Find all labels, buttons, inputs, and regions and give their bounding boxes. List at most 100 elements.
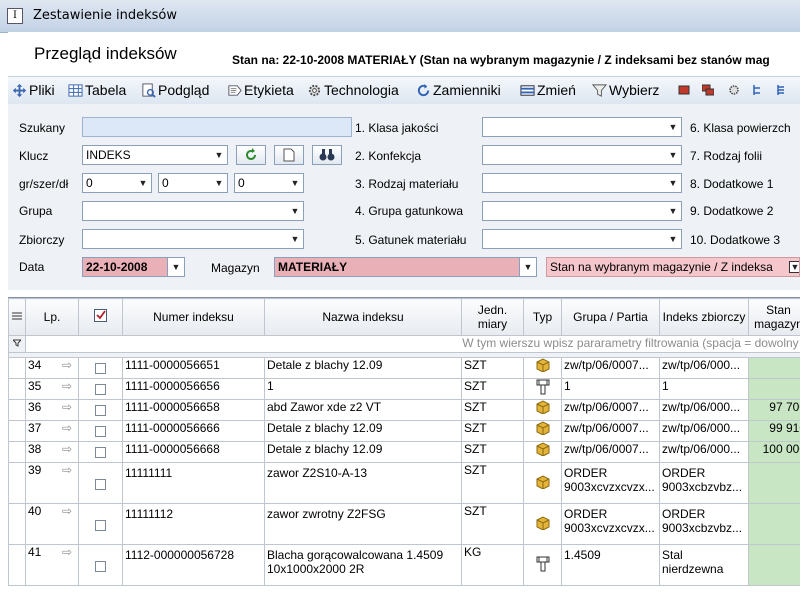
toolbar-wybierz[interactable]: Wybierz bbox=[592, 81, 659, 100]
data-input[interactable]: 22-10-2008▼ bbox=[82, 257, 185, 277]
table-row[interactable]: 41⇨1112-000000056728Blacha gorącowalcowa… bbox=[9, 545, 800, 586]
zbiorczy-select[interactable]: ▼ bbox=[82, 229, 304, 249]
row-checkbox[interactable] bbox=[95, 363, 106, 374]
grupa-select[interactable]: ▼ bbox=[82, 201, 304, 221]
row-checkbox[interactable] bbox=[95, 520, 106, 531]
row-selector[interactable] bbox=[9, 400, 26, 421]
cell-check[interactable] bbox=[79, 400, 123, 421]
row-selector[interactable] bbox=[9, 421, 26, 442]
chevron-down-icon[interactable]: ▼ bbox=[135, 174, 151, 192]
cell-check[interactable] bbox=[79, 421, 123, 442]
cell-zbiorczy: Stal nierdzewna bbox=[660, 545, 749, 586]
arrow-right-icon[interactable]: ⇨ bbox=[62, 442, 72, 456]
records-icon[interactable] bbox=[702, 84, 714, 96]
row-selector[interactable] bbox=[9, 379, 26, 400]
row-checkbox[interactable] bbox=[95, 561, 106, 572]
cell-check[interactable] bbox=[79, 379, 123, 400]
col-lp[interactable]: Lp. bbox=[26, 299, 79, 336]
refresh-button[interactable] bbox=[236, 145, 266, 165]
toolbar-zamienniki[interactable]: Zamienniki bbox=[416, 81, 501, 100]
gatunek-materialu-select[interactable]: ▼ bbox=[482, 229, 682, 249]
col-nazwa[interactable]: Nazwa indeksu bbox=[265, 299, 462, 336]
row-checkbox[interactable] bbox=[95, 447, 106, 458]
cell-check[interactable] bbox=[79, 442, 123, 463]
col-stan[interactable]: Stan magazyn bbox=[749, 299, 800, 336]
chevron-down-icon[interactable]: ▼ bbox=[287, 174, 303, 192]
toolbar-tabela[interactable]: Tabela bbox=[68, 81, 126, 100]
table-row[interactable]: 36⇨1111-0000056658abd Zawor xde z2 VTSZT… bbox=[9, 400, 800, 421]
arrow-right-icon[interactable]: ⇨ bbox=[62, 545, 72, 559]
row-selector[interactable] bbox=[9, 358, 26, 379]
szukany-input[interactable] bbox=[82, 117, 352, 137]
row-selector-header[interactable] bbox=[9, 299, 26, 336]
chevron-down-icon[interactable]: ▼ bbox=[287, 202, 303, 220]
szer-select[interactable]: 0▼ bbox=[158, 173, 228, 193]
chevron-down-icon[interactable]: ▼ bbox=[211, 146, 227, 164]
col-numer[interactable]: Numer indeksu bbox=[123, 299, 265, 336]
klasa-jakosci-select[interactable]: ▼ bbox=[482, 117, 682, 137]
col-grupa[interactable]: Grupa / Partia bbox=[562, 299, 660, 336]
chevron-down-icon[interactable]: ▼ bbox=[665, 202, 681, 220]
arrow-right-icon[interactable]: ⇨ bbox=[62, 504, 72, 518]
toolbar-pliki[interactable]: Pliki bbox=[12, 81, 55, 100]
stan-select[interactable]: Stan na wybranym magazynie / Z indeksa▼ bbox=[546, 257, 800, 277]
chevron-down-icon[interactable]: ▼ bbox=[167, 258, 184, 276]
table-row[interactable]: 39⇨11111111zawor Z2S10-A-13SZTORDER 9003… bbox=[9, 463, 800, 504]
settings-icon[interactable] bbox=[728, 84, 740, 96]
table-row[interactable]: 34⇨1111-0000056651Detale z blachy 12.09S… bbox=[9, 358, 800, 379]
arrow-right-icon[interactable]: ⇨ bbox=[62, 421, 72, 435]
row-checkbox[interactable] bbox=[95, 405, 106, 416]
table-row[interactable]: 35⇨1111-00000566561SZT11 bbox=[9, 379, 800, 400]
row-checkbox[interactable] bbox=[95, 479, 106, 490]
cell-check[interactable] bbox=[79, 358, 123, 379]
dl-select[interactable]: 0▼ bbox=[234, 173, 304, 193]
arrow-right-icon[interactable]: ⇨ bbox=[62, 400, 72, 414]
chevron-down-icon[interactable]: ▼ bbox=[519, 258, 536, 276]
chevron-down-icon[interactable]: ▼ bbox=[665, 118, 681, 136]
tree-expand-icon[interactable] bbox=[776, 84, 788, 96]
cell-grupa: zw/tp/06/0007... bbox=[562, 400, 660, 421]
chevron-down-icon[interactable]: ▼ bbox=[665, 230, 681, 248]
cell-check[interactable] bbox=[79, 463, 123, 504]
row-selector[interactable] bbox=[9, 442, 26, 463]
table-row[interactable]: 38⇨1111-0000056668Detale z blachy 12.09S… bbox=[9, 442, 800, 463]
toolbar-label: Pliki bbox=[29, 82, 55, 98]
klucz-select[interactable]: INDEKS▼ bbox=[82, 145, 228, 165]
row-selector[interactable] bbox=[9, 504, 26, 545]
col-check[interactable] bbox=[79, 299, 123, 336]
col-zbiorczy[interactable]: Indeks zbiorczy bbox=[660, 299, 749, 336]
col-jm[interactable]: Jedn. miary bbox=[462, 299, 524, 336]
arrow-right-icon[interactable]: ⇨ bbox=[62, 463, 72, 477]
toolbar-zmien[interactable]: Zmień bbox=[520, 81, 576, 100]
arrow-right-icon[interactable]: ⇨ bbox=[62, 379, 72, 393]
gr-select[interactable]: 0▼ bbox=[82, 173, 152, 193]
row-checkbox[interactable] bbox=[95, 426, 106, 437]
col-typ[interactable]: Typ bbox=[524, 299, 562, 336]
table-row[interactable]: 37⇨1111-0000056666Detale z blachy 12.09S… bbox=[9, 421, 800, 442]
cell-check[interactable] bbox=[79, 545, 123, 586]
search-button[interactable] bbox=[312, 145, 342, 165]
new-document-button[interactable] bbox=[274, 145, 304, 165]
table-row[interactable]: 40⇨11111112zawor zwrotny Z2FSGSZTORDER 9… bbox=[9, 504, 800, 545]
row-selector[interactable] bbox=[9, 463, 26, 504]
row-checkbox[interactable] bbox=[95, 384, 106, 395]
chevron-down-icon[interactable]: ▼ bbox=[211, 174, 227, 192]
cell-jm: SZT bbox=[462, 379, 524, 400]
magazyn-select[interactable]: MATERIAŁY▼ bbox=[274, 257, 537, 277]
cell-check[interactable] bbox=[79, 504, 123, 545]
rodzaj-materialu-select[interactable]: ▼ bbox=[482, 173, 682, 193]
row-selector[interactable] bbox=[9, 545, 26, 586]
arrow-right-icon[interactable]: ⇨ bbox=[62, 358, 72, 372]
toolbar-podglad[interactable]: Podgląd bbox=[141, 81, 209, 100]
record-icon[interactable] bbox=[678, 84, 690, 96]
chevron-down-icon[interactable]: ▼ bbox=[665, 146, 681, 164]
tree-icon[interactable] bbox=[752, 84, 764, 96]
grupa-gatunkowa-select[interactable]: ▼ bbox=[482, 201, 682, 221]
filter-row[interactable]: W tym wierszu wpisz pararametry filtrowa… bbox=[26, 336, 800, 353]
chevron-down-icon[interactable]: ▼ bbox=[665, 174, 681, 192]
chevron-down-icon[interactable]: ▼ bbox=[789, 261, 800, 273]
chevron-down-icon[interactable]: ▼ bbox=[287, 230, 303, 248]
toolbar-technologia[interactable]: Technologia bbox=[307, 81, 399, 100]
toolbar-etykieta[interactable]: Etykieta bbox=[227, 81, 294, 100]
konfekcja-select[interactable]: ▼ bbox=[482, 145, 682, 165]
